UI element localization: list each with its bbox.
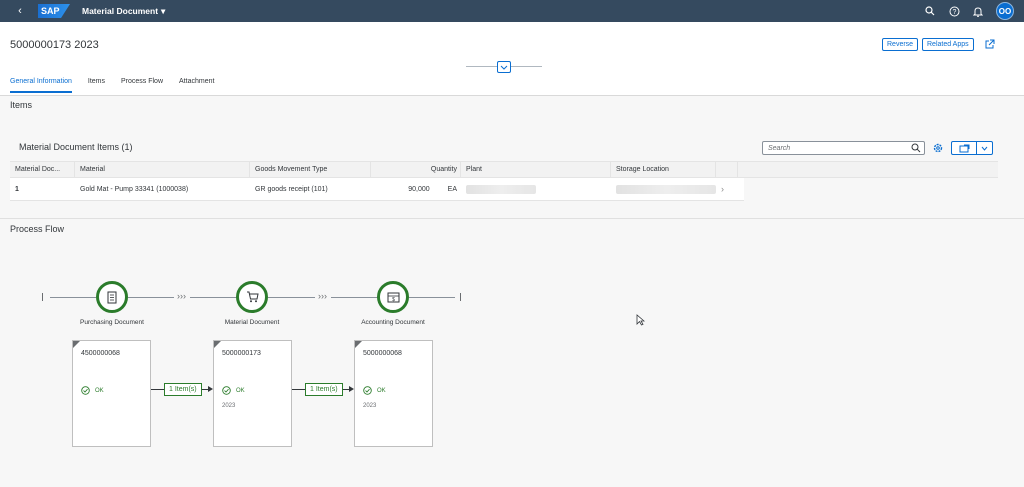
flow-line — [190, 297, 237, 298]
document-status: OK — [222, 386, 245, 395]
search-placeholder: Search — [768, 144, 791, 152]
column-header-nav — [716, 162, 738, 177]
cell-plant — [461, 178, 611, 200]
column-header-filler — [738, 162, 998, 177]
column-header-material[interactable]: Material — [75, 162, 250, 177]
settings-gear-icon[interactable] — [933, 143, 943, 155]
success-check-icon — [222, 386, 231, 395]
column-header-quantity[interactable]: Quantity — [371, 162, 461, 177]
items-table-card: Material Document Items (1) Search Mater… — [10, 134, 998, 202]
cell-item: 1 — [15, 185, 19, 193]
connection-arrow-icon — [208, 386, 213, 392]
status-text: OK — [95, 387, 104, 394]
tab-process-flow[interactable]: Process Flow — [121, 78, 163, 93]
status-text: OK — [236, 387, 245, 394]
lane-material-document[interactable] — [236, 281, 268, 313]
document-number: 4500000068 — [81, 350, 120, 357]
document-status: OK — [81, 386, 104, 395]
table-header: Material Doc... Material Goods Movement … — [10, 161, 998, 178]
back-icon[interactable]: ‹ — [10, 5, 30, 17]
shell-bar: ‹ SAP Material Document ▾ ? OO — [0, 0, 1024, 22]
share-icon[interactable] — [984, 39, 996, 51]
connection-label[interactable]: 1 Item(s) — [164, 383, 202, 396]
flow-line — [128, 297, 174, 298]
column-header-movement-type[interactable]: Goods Movement Type — [250, 162, 371, 177]
document-year: 2023 — [363, 403, 377, 409]
expand-header-button[interactable] — [497, 61, 511, 73]
cart-icon — [246, 291, 259, 303]
connection-arrow-icon — [349, 386, 354, 392]
lane-label: Accounting Document — [361, 319, 425, 326]
page-title: 5000000173 2023 — [10, 39, 99, 51]
flow-arrow-icon: ››› — [177, 291, 186, 301]
flow-document-card[interactable]: 5000000068 OK 2023 — [354, 340, 433, 447]
export-button[interactable] — [951, 141, 993, 155]
flow-line — [50, 297, 96, 298]
table-title: Material Document Items (1) — [19, 142, 133, 152]
cell-material: Gold Mat - Pump 33341 (1000038) — [80, 185, 189, 193]
flow-end-marker — [460, 293, 461, 301]
table-row[interactable]: 1 Gold Mat - Pump 33341 (1000038) GR goo… — [10, 178, 744, 201]
document-number: 5000000173 — [222, 350, 261, 357]
flow-line — [268, 297, 315, 298]
lane-accounting-document[interactable]: $ — [377, 281, 409, 313]
tab-general-information[interactable]: General Information — [10, 78, 72, 93]
flow-document-card[interactable]: 5000000173 OK 2023 — [213, 340, 292, 447]
flow-start-marker — [42, 293, 43, 301]
items-section-title: Items — [10, 100, 33, 110]
search-icon[interactable] — [924, 5, 936, 17]
bell-icon[interactable] — [972, 5, 984, 17]
quantity-value: 90,000 — [408, 185, 430, 193]
success-check-icon — [363, 386, 372, 395]
sap-logo[interactable]: SAP — [38, 4, 70, 18]
reverse-button[interactable]: Reverse — [882, 38, 919, 51]
flow-arrow-icon: ››› — [318, 291, 327, 301]
document-icon — [107, 291, 117, 303]
cell-movement-type: GR goods receipt (101) — [255, 185, 328, 193]
document-number: 5000000068 — [363, 350, 402, 357]
app-title-menu[interactable]: Material Document ▾ — [82, 6, 165, 17]
tab-attachment[interactable]: Attachment — [179, 78, 214, 93]
search-icon[interactable] — [911, 143, 921, 155]
row-navigation-icon[interactable]: › — [716, 178, 738, 200]
flow-line — [331, 297, 378, 298]
lane-purchasing-document[interactable] — [96, 281, 128, 313]
lane-label: Purchasing Document — [80, 319, 144, 326]
help-icon[interactable]: ? — [948, 5, 960, 17]
object-header: 5000000173 2023 Reverse Related Apps Gen… — [0, 22, 1024, 96]
cell-quantity: 90,000 EA — [371, 178, 461, 200]
process-flow-section-title: Process Flow — [10, 224, 65, 234]
connection-label[interactable]: 1 Item(s) — [305, 383, 343, 396]
related-apps-button[interactable]: Related Apps — [922, 38, 974, 51]
document-year: 2023 — [222, 403, 236, 409]
caret-down-icon: ▾ — [161, 5, 166, 16]
column-header-material-document[interactable]: Material Doc... — [10, 162, 75, 177]
flow-line — [409, 297, 455, 298]
export-icon[interactable] — [952, 142, 977, 154]
app-title: Material Document — [82, 6, 159, 16]
status-text: OK — [377, 387, 386, 394]
lane-label: Material Document — [224, 319, 280, 326]
redacted-plant — [466, 184, 536, 194]
avatar[interactable]: OO — [996, 2, 1014, 20]
cell-storage-location — [611, 178, 716, 200]
search-input[interactable]: Search — [762, 141, 925, 155]
document-status: OK — [363, 386, 386, 395]
accounting-icon: $ — [387, 292, 399, 303]
tab-items[interactable]: Items — [88, 78, 105, 93]
column-header-storage-location[interactable]: Storage Location — [611, 162, 716, 177]
svg-text:?: ? — [952, 9, 956, 16]
chevron-down-icon[interactable] — [977, 142, 992, 154]
redacted-storage-location — [616, 184, 716, 194]
success-check-icon — [81, 386, 90, 395]
mouse-cursor-icon — [636, 314, 646, 328]
section-divider — [0, 218, 1024, 219]
flow-document-card[interactable]: 4500000068 OK — [72, 340, 151, 447]
quantity-unit: EA — [447, 185, 457, 193]
column-header-plant[interactable]: Plant — [461, 162, 611, 177]
svg-text:$: $ — [392, 297, 395, 303]
tab-bar: General Information Items Process Flow A… — [10, 78, 214, 93]
chevron-down-icon — [500, 65, 508, 70]
